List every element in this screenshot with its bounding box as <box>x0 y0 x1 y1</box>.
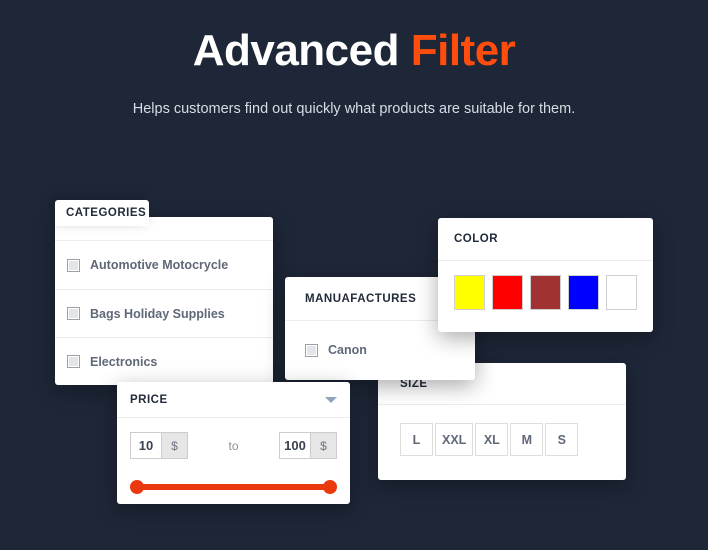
list-item[interactable]: Electronics <box>55 337 273 385</box>
list-item-label: Bags Holiday Supplies <box>90 306 225 321</box>
color-swatch-list <box>438 261 653 310</box>
page-title-accent: Filter <box>410 26 516 75</box>
color-swatch-brown[interactable] <box>530 275 561 310</box>
price-slider-track[interactable] <box>136 484 331 490</box>
page-title: Advanced Filter <box>0 0 708 75</box>
price-max-input[interactable] <box>278 432 311 459</box>
price-panel-body: $ to $ <box>117 418 350 494</box>
checkbox-icon[interactable] <box>305 343 318 357</box>
categories-tab-header[interactable]: CATEGORIES <box>55 200 149 226</box>
page-subtitle: Helps customers find out quickly what pr… <box>132 101 576 118</box>
size-option-xl[interactable]: XL <box>475 423 509 456</box>
price-min-group: $ <box>130 432 188 459</box>
color-panel-head: COLOR <box>438 218 653 261</box>
currency-addon-min: $ <box>162 432 188 459</box>
size-option-list: L XXL XL M S <box>378 405 626 456</box>
color-swatch-white[interactable] <box>606 275 637 310</box>
list-item-label: Automotive Motocrycle <box>90 258 229 272</box>
price-title: PRICE <box>130 393 168 406</box>
size-option-m[interactable]: M <box>510 423 544 456</box>
color-panel: COLOR <box>438 218 653 332</box>
list-item-label: Electronics <box>90 354 158 369</box>
price-panel-head[interactable]: PRICE <box>117 382 350 418</box>
list-item[interactable]: Automotive Motocrycle <box>55 241 273 289</box>
categories-title: CATEGORIES <box>66 207 147 219</box>
price-max-group: $ <box>278 432 337 459</box>
size-option-xxl[interactable]: XXL <box>435 423 474 456</box>
color-swatch-yellow[interactable] <box>454 275 485 310</box>
checkbox-icon[interactable] <box>67 355 80 368</box>
color-title: COLOR <box>454 233 499 245</box>
categories-panel-body: Automotive Motocrycle Bags Holiday Suppl… <box>55 241 273 385</box>
list-item[interactable]: Bags Holiday Supplies <box>55 289 273 337</box>
categories-panel: Automotive Motocrycle Bags Holiday Suppl… <box>55 217 273 385</box>
manufactures-title: MANUAFACTURES <box>305 292 417 305</box>
checkbox-icon[interactable] <box>67 258 80 272</box>
price-range-row: $ to $ <box>130 432 337 459</box>
price-range-separator: to <box>228 438 239 453</box>
chevron-down-icon[interactable] <box>325 396 337 403</box>
size-option-l[interactable]: L <box>400 423 433 456</box>
checkbox-icon[interactable] <box>67 307 80 320</box>
color-swatch-blue[interactable] <box>568 275 599 310</box>
size-option-s[interactable]: S <box>545 423 579 456</box>
price-panel: PRICE $ to $ <box>117 382 350 504</box>
price-slider-handle-min[interactable] <box>130 480 144 494</box>
size-panel: SIZE L XXL XL M S <box>378 363 626 480</box>
price-min-input[interactable] <box>130 432 162 459</box>
list-item-label: Canon <box>328 343 367 357</box>
page-title-main: Advanced <box>192 26 411 75</box>
color-swatch-red[interactable] <box>492 275 523 310</box>
hero-section: Advanced Filter Helps customers find out… <box>0 0 708 117</box>
currency-addon-max: $ <box>310 432 337 459</box>
price-range-slider[interactable] <box>130 480 337 494</box>
price-slider-handle-max[interactable] <box>323 480 337 494</box>
